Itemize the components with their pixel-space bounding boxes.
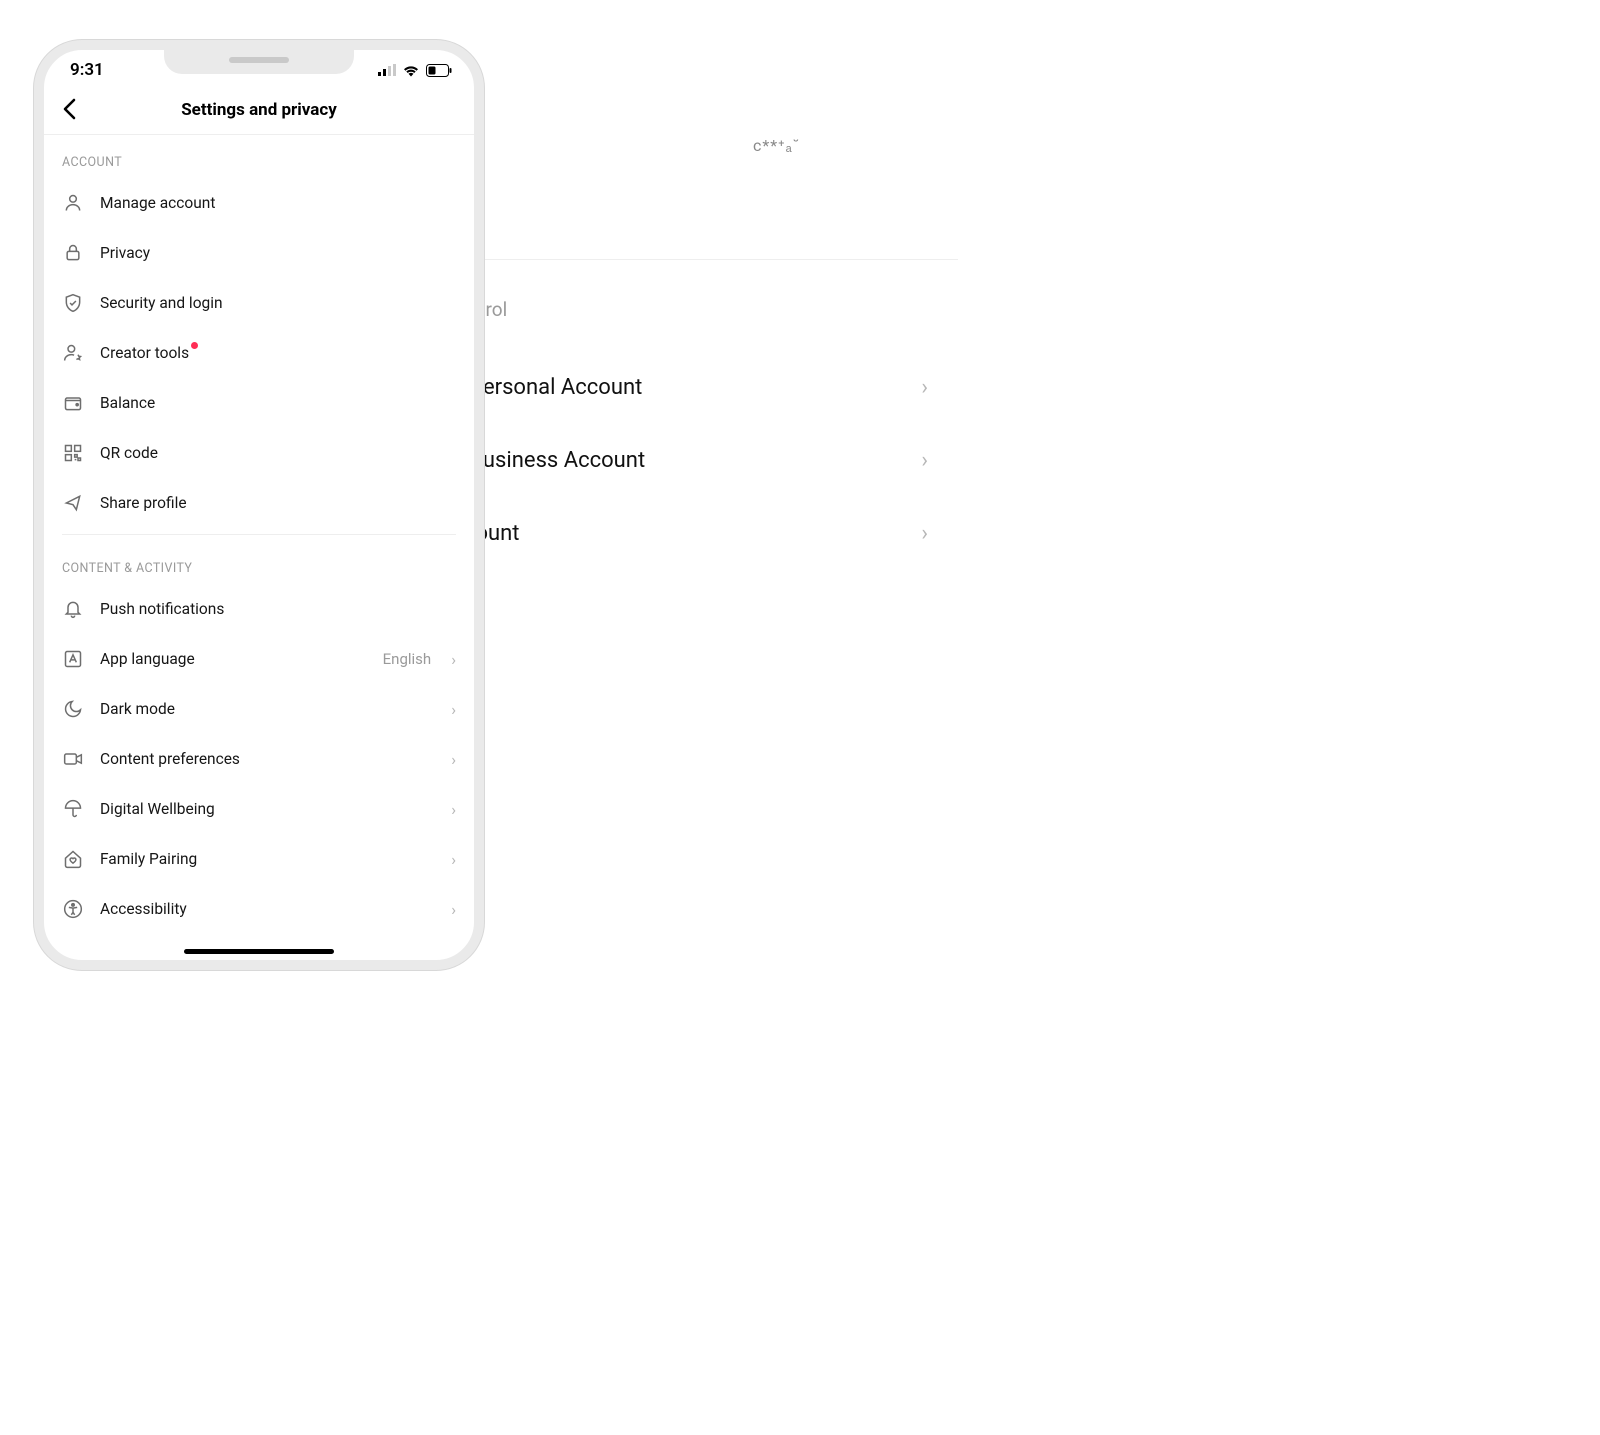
wallet-icon xyxy=(62,392,84,414)
video-icon xyxy=(62,748,84,770)
bell-icon xyxy=(62,598,84,620)
push-notifications-row[interactable]: Push notifications xyxy=(44,584,474,634)
chevron-right-icon: › xyxy=(921,521,928,546)
balance-label: Balance xyxy=(100,394,456,412)
digital-wellbeing-row[interactable]: Digital Wellbeing › xyxy=(44,784,474,834)
account-section-header: ACCOUNT xyxy=(44,135,474,178)
privacy-row[interactable]: Privacy xyxy=(44,228,474,278)
accessibility-label: Accessibility xyxy=(100,900,435,918)
back-button[interactable] xyxy=(58,94,80,124)
chevron-right-icon: › xyxy=(451,700,456,719)
home-indicator[interactable] xyxy=(184,949,334,954)
dark-mode-label: Dark mode xyxy=(100,700,435,718)
content-preferences-row[interactable]: Content preferences › xyxy=(44,734,474,784)
language-icon xyxy=(62,648,84,670)
push-notifications-label: Push notifications xyxy=(100,600,456,618)
balance-row[interactable]: Balance xyxy=(44,378,474,428)
family-pairing-label: Family Pairing xyxy=(100,850,435,868)
section-divider xyxy=(62,534,456,535)
share-profile-row[interactable]: Share profile xyxy=(44,478,474,528)
dark-mode-row[interactable]: Dark mode › xyxy=(44,684,474,734)
wifi-icon xyxy=(402,64,420,77)
manage-account-row[interactable]: Manage account xyxy=(44,178,474,228)
accessibility-row[interactable]: Accessibility › xyxy=(44,884,474,934)
family-pairing-row[interactable]: Family Pairing › xyxy=(44,834,474,884)
content-preferences-label: Content preferences xyxy=(100,750,435,768)
page-title: Settings and privacy xyxy=(181,100,337,120)
lock-icon xyxy=(62,242,84,264)
chevron-left-icon xyxy=(62,98,76,120)
app-language-label: App language xyxy=(100,650,367,668)
chevron-right-icon: › xyxy=(921,448,928,473)
share-icon xyxy=(62,492,84,514)
qr-code-label: QR code xyxy=(100,444,456,462)
share-profile-label: Share profile xyxy=(100,494,456,512)
creator-tools-label: Creator tools xyxy=(100,344,456,362)
umbrella-icon xyxy=(62,798,84,820)
security-label: Security and login xyxy=(100,294,456,312)
chevron-right-icon: › xyxy=(451,800,456,819)
chevron-right-icon: › xyxy=(921,375,928,400)
qr-code-row[interactable]: QR code xyxy=(44,428,474,478)
shield-icon xyxy=(62,292,84,314)
phone-notch xyxy=(164,46,354,74)
app-language-value: English xyxy=(383,650,432,668)
cellular-icon xyxy=(378,64,396,76)
app-language-row[interactable]: App language English › xyxy=(44,634,474,684)
person-icon xyxy=(62,192,84,214)
home-heart-icon xyxy=(62,848,84,870)
creator-tools-row[interactable]: Creator tools xyxy=(44,328,474,378)
security-row[interactable]: Security and login xyxy=(44,278,474,328)
status-time: 9:31 xyxy=(70,60,104,80)
notification-dot xyxy=(191,342,198,349)
content-section-header: CONTENT & ACTIVITY xyxy=(44,541,474,584)
manage-account-label: Manage account xyxy=(100,194,456,212)
chevron-right-icon: › xyxy=(451,650,456,669)
moon-icon xyxy=(62,698,84,720)
chevron-right-icon: › xyxy=(451,750,456,769)
phone-frame: 9:31 Settings and privacy ACCOUNT Manage… xyxy=(34,40,484,970)
qr-icon xyxy=(62,442,84,464)
chevron-right-icon: › xyxy=(451,900,456,919)
page-header: Settings and privacy xyxy=(44,84,474,135)
battery-icon xyxy=(426,64,452,77)
person-star-icon xyxy=(62,342,84,364)
accessibility-icon xyxy=(62,898,84,920)
digital-wellbeing-label: Digital Wellbeing xyxy=(100,800,435,818)
privacy-label: Privacy xyxy=(100,244,456,262)
chevron-right-icon: › xyxy=(451,850,456,869)
